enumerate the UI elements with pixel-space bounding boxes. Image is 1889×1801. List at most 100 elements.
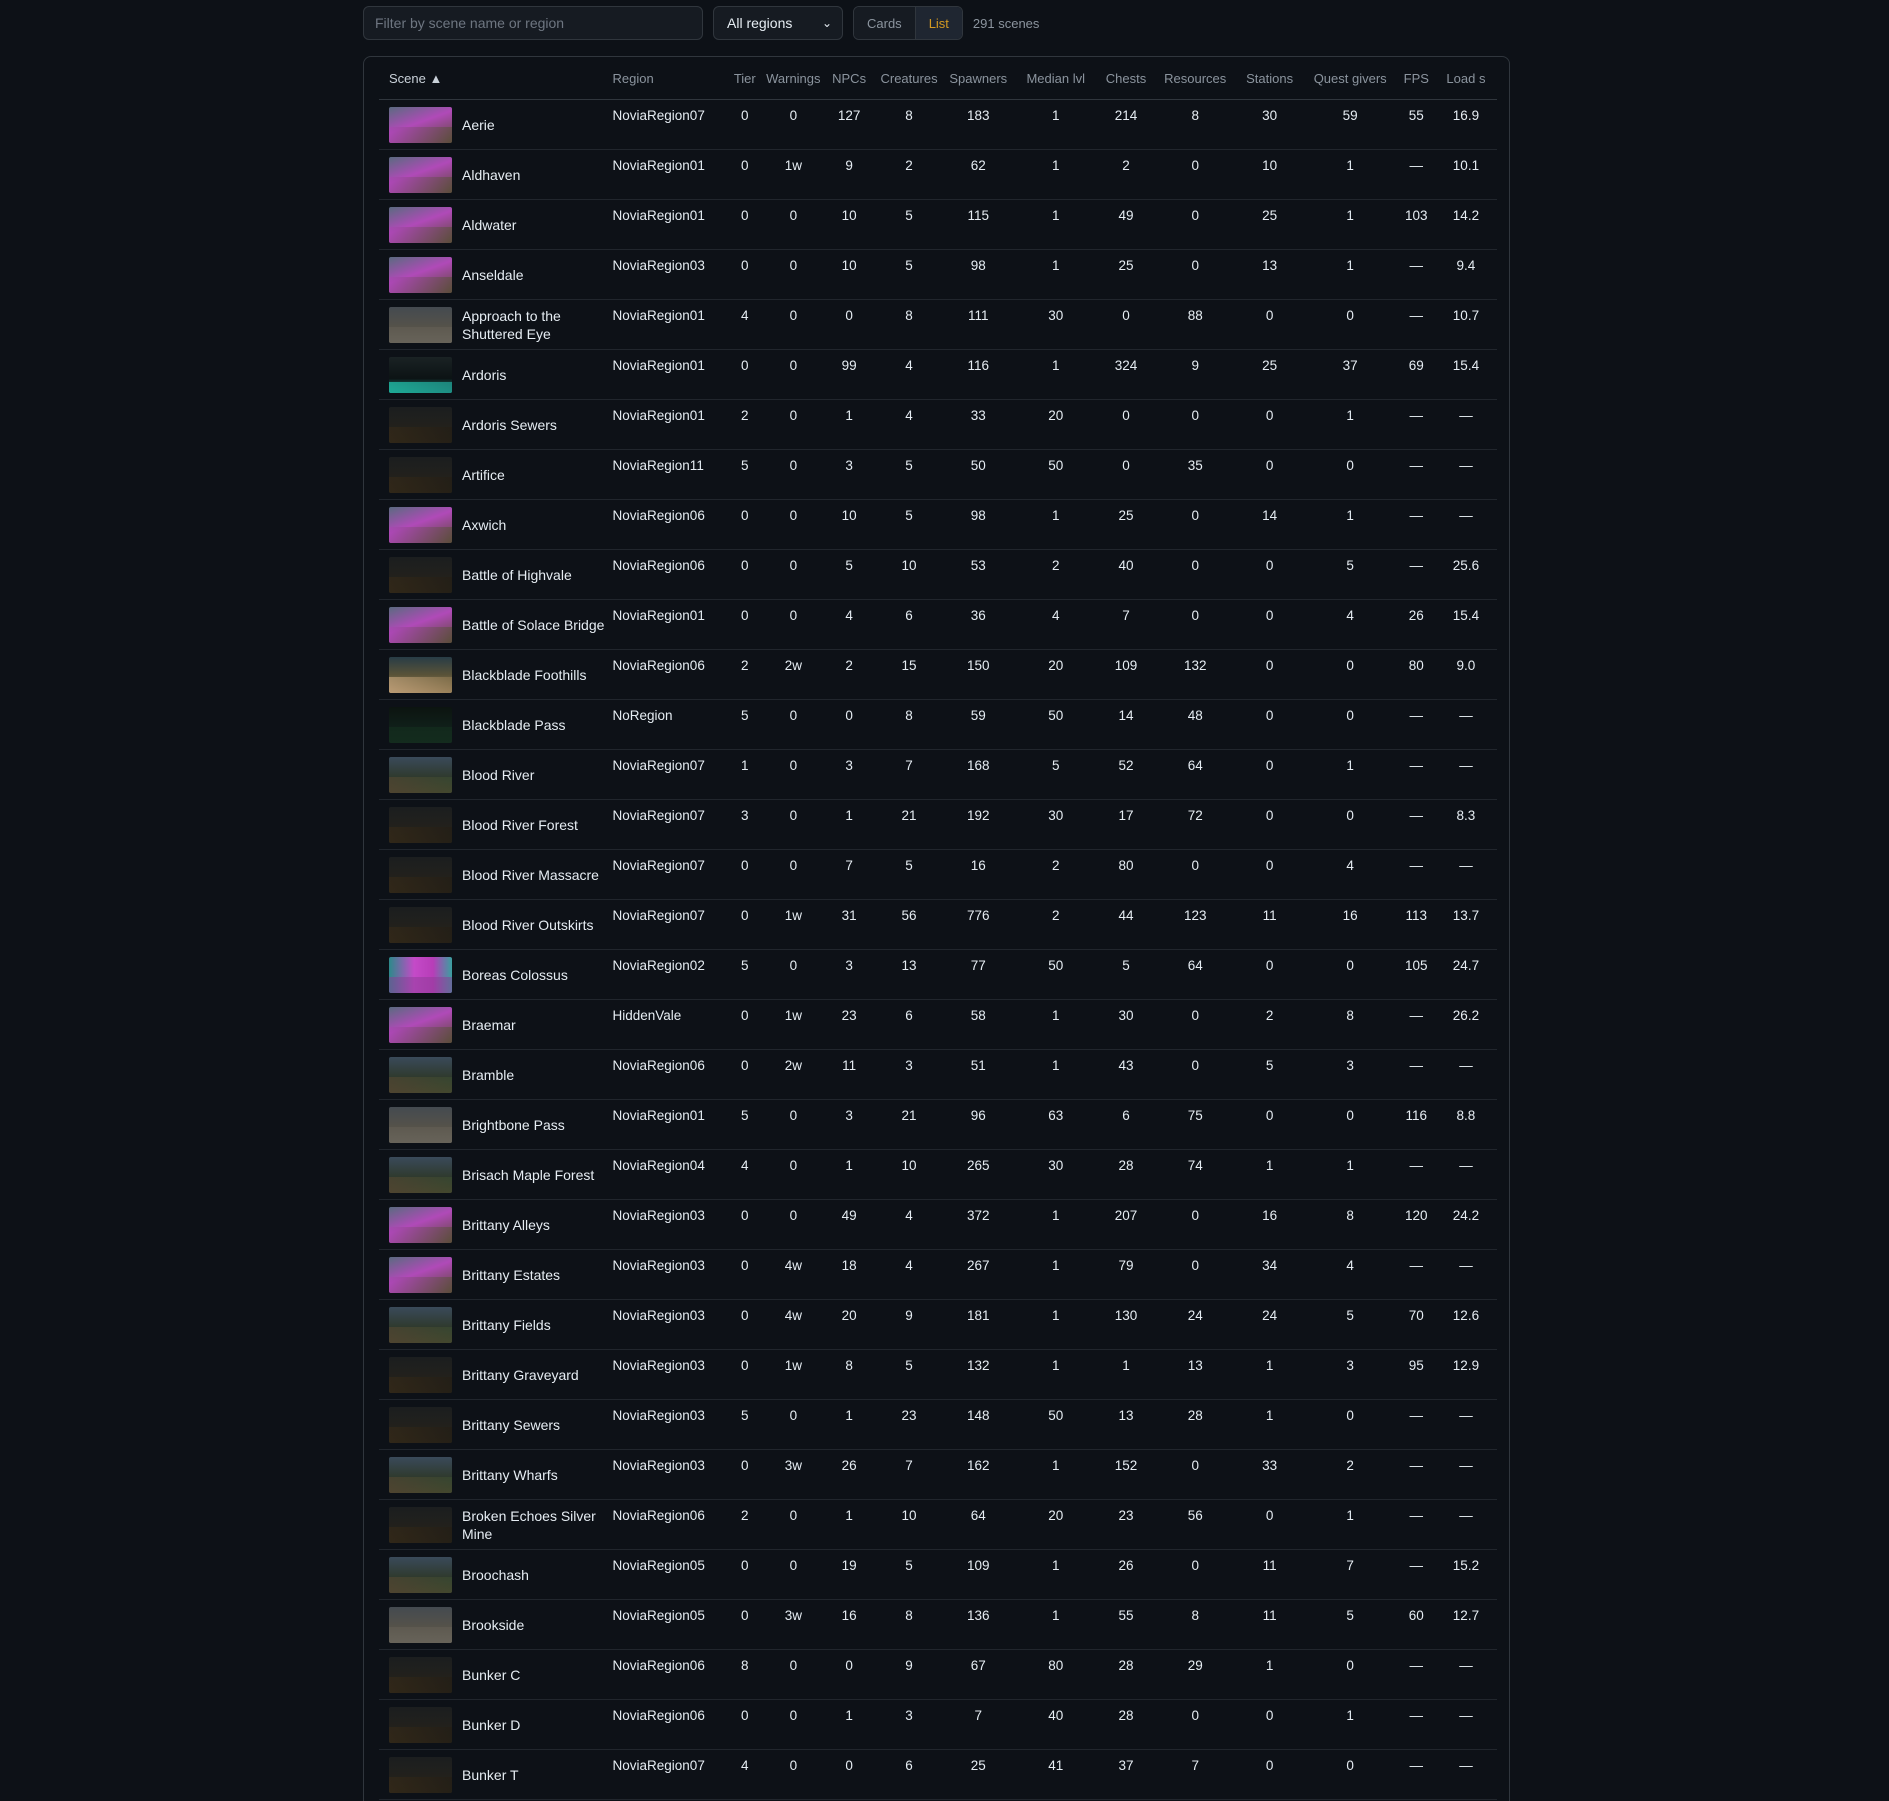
scene-cell[interactable]: Braemar [379, 999, 613, 1050]
scene-name[interactable]: Ardoris [462, 366, 506, 384]
table-row[interactable]: Battle of Solace Bridge NoviaRegion01 0 0 4 6… [379, 599, 1497, 650]
scene-cell[interactable]: Brittany Sewers [379, 1399, 613, 1450]
scene-name[interactable]: Blackblade Pass [462, 716, 566, 734]
scene-cell[interactable]: Blood River Forest [379, 799, 613, 850]
scene-cell[interactable]: Brittany Fields [379, 1299, 613, 1350]
scene-name[interactable]: Blood River [462, 766, 534, 784]
table-row[interactable]: Brittany Wharfs NoviaRegion03 0 3w 26 7 162 1 15… [379, 1449, 1497, 1500]
column-header-scene[interactable]: Scene ▲ [379, 57, 613, 100]
search-input[interactable] [363, 6, 703, 40]
column-header-chests[interactable]: Chests [1098, 57, 1154, 100]
scene-name[interactable]: Brittany Wharfs [462, 1466, 558, 1484]
scene-cell[interactable]: Bunker D [379, 1699, 613, 1750]
scene-name[interactable]: Artifice [462, 466, 505, 484]
column-header-spawners[interactable]: Spawners [943, 57, 1014, 100]
scene-cell[interactable]: Brightbone Pass [379, 1099, 613, 1150]
scene-name[interactable]: Blood River Massacre [462, 866, 599, 884]
table-row[interactable]: Ardoris Sewers NoviaRegion01 2 0 1 4 33 20 0 0 0 1—… [379, 399, 1497, 450]
table-row[interactable]: Blood River Massacre NoviaRegion07 0 0 7 5 16 2… [379, 849, 1497, 900]
scene-cell[interactable]: Axwich [379, 499, 613, 550]
scene-cell[interactable]: Bunker T [379, 1749, 613, 1800]
table-row[interactable]: Blood River Forest NoviaRegion07 3 0 1 21 192 3… [379, 799, 1497, 850]
scene-name[interactable]: Blood River Outskirts [462, 916, 593, 934]
scene-cell[interactable]: Bramble [379, 1049, 613, 1100]
scene-cell[interactable]: Approach to the Shuttered Eye [379, 299, 613, 350]
table-row[interactable]: Broochash NoviaRegion05 0 0 19 5 109 1 26 0 11 7—15… [379, 1549, 1497, 1600]
column-header-region[interactable]: Region [612, 57, 727, 100]
column-header-fps[interactable]: FPS [1397, 57, 1435, 100]
column-header-warnings[interactable]: Warnings [763, 57, 824, 100]
table-row[interactable]: Axwich NoviaRegion06 0 0 10 5 98 1 25 0 14 1— — [379, 499, 1497, 550]
scene-cell[interactable]: Broken Echoes Silver Mine [379, 1499, 613, 1550]
table-row[interactable]: Brittany Graveyard NoviaRegion03 0 1w 8 5 132 1… [379, 1349, 1497, 1400]
table-row[interactable]: Anseldale NoviaRegion03 0 0 10 5 98 1 25 0 13 1—9.4 [379, 249, 1497, 300]
scene-name[interactable]: Brookside [462, 1616, 524, 1634]
scene-cell[interactable]: Brittany Wharfs [379, 1449, 613, 1500]
scene-name[interactable]: Brittany Alleys [462, 1216, 550, 1234]
scene-cell[interactable]: Blackblade Pass [379, 699, 613, 750]
scene-cell[interactable]: Battle of Solace Bridge [379, 599, 613, 650]
table-row[interactable]: Brisach Maple Forest NoviaRegion04 4 0 1 10 26… [379, 1149, 1497, 1200]
scene-cell[interactable]: Broochash [379, 1549, 613, 1600]
scene-name[interactable]: Approach to the Shuttered Eye [462, 307, 613, 343]
scene-cell[interactable]: Aldwater [379, 199, 613, 250]
region-select[interactable]: All regions ⌄ [713, 6, 843, 40]
scene-cell[interactable]: Ardoris Sewers [379, 399, 613, 450]
scene-cell[interactable]: Anseldale [379, 249, 613, 300]
table-row[interactable]: Blood River NoviaRegion07 1 0 3 7 168 5 52 64 0 1— — [379, 749, 1497, 800]
table-row[interactable]: Bunker D NoviaRegion06 0 0 1 3 7 40 28 0 0 1— — [379, 1699, 1497, 1750]
scene-name[interactable]: Battle of Solace Bridge [462, 616, 604, 634]
table-row[interactable]: Brightbone Pass NoviaRegion01 5 0 3 21 96 63 6 75… [379, 1099, 1497, 1150]
table-row[interactable]: Bunker C NoviaRegion06 8 0 0 9 67 80 28 29 1 0— — [379, 1649, 1497, 1700]
table-row[interactable]: Blood River Outskirts NoviaRegion07 0 1w 31 5… [379, 899, 1497, 950]
column-header-resources[interactable]: Resources [1153, 57, 1237, 100]
table-row[interactable]: Brittany Estates NoviaRegion03 0 4w 18 4 267 1 7… [379, 1249, 1497, 1300]
scene-name[interactable]: Bunker D [462, 1716, 520, 1734]
scene-name[interactable]: Broochash [462, 1566, 529, 1584]
scene-cell[interactable]: Battle of Highvale [379, 549, 613, 600]
scene-name[interactable]: Boreas Colossus [462, 966, 568, 984]
scene-name[interactable]: Brittany Graveyard [462, 1366, 579, 1384]
table-row[interactable]: Aldwater NoviaRegion01 0 0 10 5 115 1 49 0 25 1 103 1… [379, 199, 1497, 250]
column-header-tier[interactable]: Tier [726, 57, 764, 100]
cards-view-button[interactable]: Cards [854, 7, 915, 39]
table-row[interactable]: Approach to the Shuttered Eye NoviaRegion… [379, 299, 1497, 350]
table-row[interactable]: Braemar HiddenVale 0 1w 23 6 58 1 30 0 2 8—26.2 [379, 999, 1497, 1050]
scene-cell[interactable]: Blood River Outskirts [379, 899, 613, 950]
scene-name[interactable]: Brittany Sewers [462, 1416, 560, 1434]
scene-cell[interactable]: Aerie [379, 99, 613, 150]
scene-name[interactable]: Aldhaven [462, 166, 520, 184]
scene-name[interactable]: Broken Echoes Silver Mine [462, 1507, 613, 1543]
scene-cell[interactable]: Brittany Graveyard [379, 1349, 613, 1400]
scene-name[interactable]: Brightbone Pass [462, 1116, 565, 1134]
column-header-stations[interactable]: Stations [1236, 57, 1303, 100]
list-view-button[interactable]: List [914, 7, 962, 39]
table-row[interactable]: Bramble NoviaRegion06 0 2w 11 3 51 1 43 0 5 3— — [379, 1049, 1497, 1100]
scene-name[interactable]: Bunker C [462, 1666, 520, 1684]
scene-name[interactable]: Anseldale [462, 266, 524, 284]
column-header-load[interactable]: Load s [1434, 57, 1497, 100]
table-row[interactable]: Brittany Alleys NoviaRegion03 0 0 49 4 372 1 207… [379, 1199, 1497, 1250]
scene-cell[interactable]: Aldhaven [379, 149, 613, 200]
scene-cell[interactable]: Ardoris [379, 349, 613, 400]
scene-cell[interactable]: Brittany Alleys [379, 1199, 613, 1250]
scene-cell[interactable]: Brookside [379, 1599, 613, 1650]
table-row[interactable]: Ardoris NoviaRegion01 0 0 99 4 116 1 324 9 25 37 69 1… [379, 349, 1497, 400]
scene-name[interactable]: Bramble [462, 1066, 514, 1084]
table-row[interactable]: Blackblade Foothills NoviaRegion06 2 2w 2 15 1… [379, 649, 1497, 700]
table-row[interactable]: Broken Echoes Silver Mine NoviaRegion06 2 0… [379, 1499, 1497, 1550]
table-row[interactable]: Battle of Highvale NoviaRegion06 0 0 5 10 53 2 4… [379, 549, 1497, 600]
table-row[interactable]: Brookside NoviaRegion05 0 3w 16 8 136 1 55 8 11 5 60… [379, 1599, 1497, 1650]
scene-name[interactable]: Brittany Estates [462, 1266, 560, 1284]
table-row[interactable]: Aldhaven NoviaRegion01 0 1w 9 2 62 1 2 0 10 1—10.1 [379, 149, 1497, 200]
scene-name[interactable]: Axwich [462, 516, 506, 534]
column-header-quest-givers[interactable]: Quest givers [1302, 57, 1398, 100]
scene-name[interactable]: Braemar [462, 1016, 516, 1034]
scene-cell[interactable]: Brisach Maple Forest [379, 1149, 613, 1200]
scene-name[interactable]: Blood River Forest [462, 816, 578, 834]
table-row[interactable]: Bunker T NoviaRegion07 4 0 0 6 25 41 37 7 0 0— — [379, 1749, 1497, 1800]
column-header-npcs[interactable]: NPCs [823, 57, 875, 100]
scene-name[interactable]: Brisach Maple Forest [462, 1166, 594, 1184]
scene-name[interactable]: Ardoris Sewers [462, 416, 557, 434]
scene-name[interactable]: Aldwater [462, 216, 516, 234]
